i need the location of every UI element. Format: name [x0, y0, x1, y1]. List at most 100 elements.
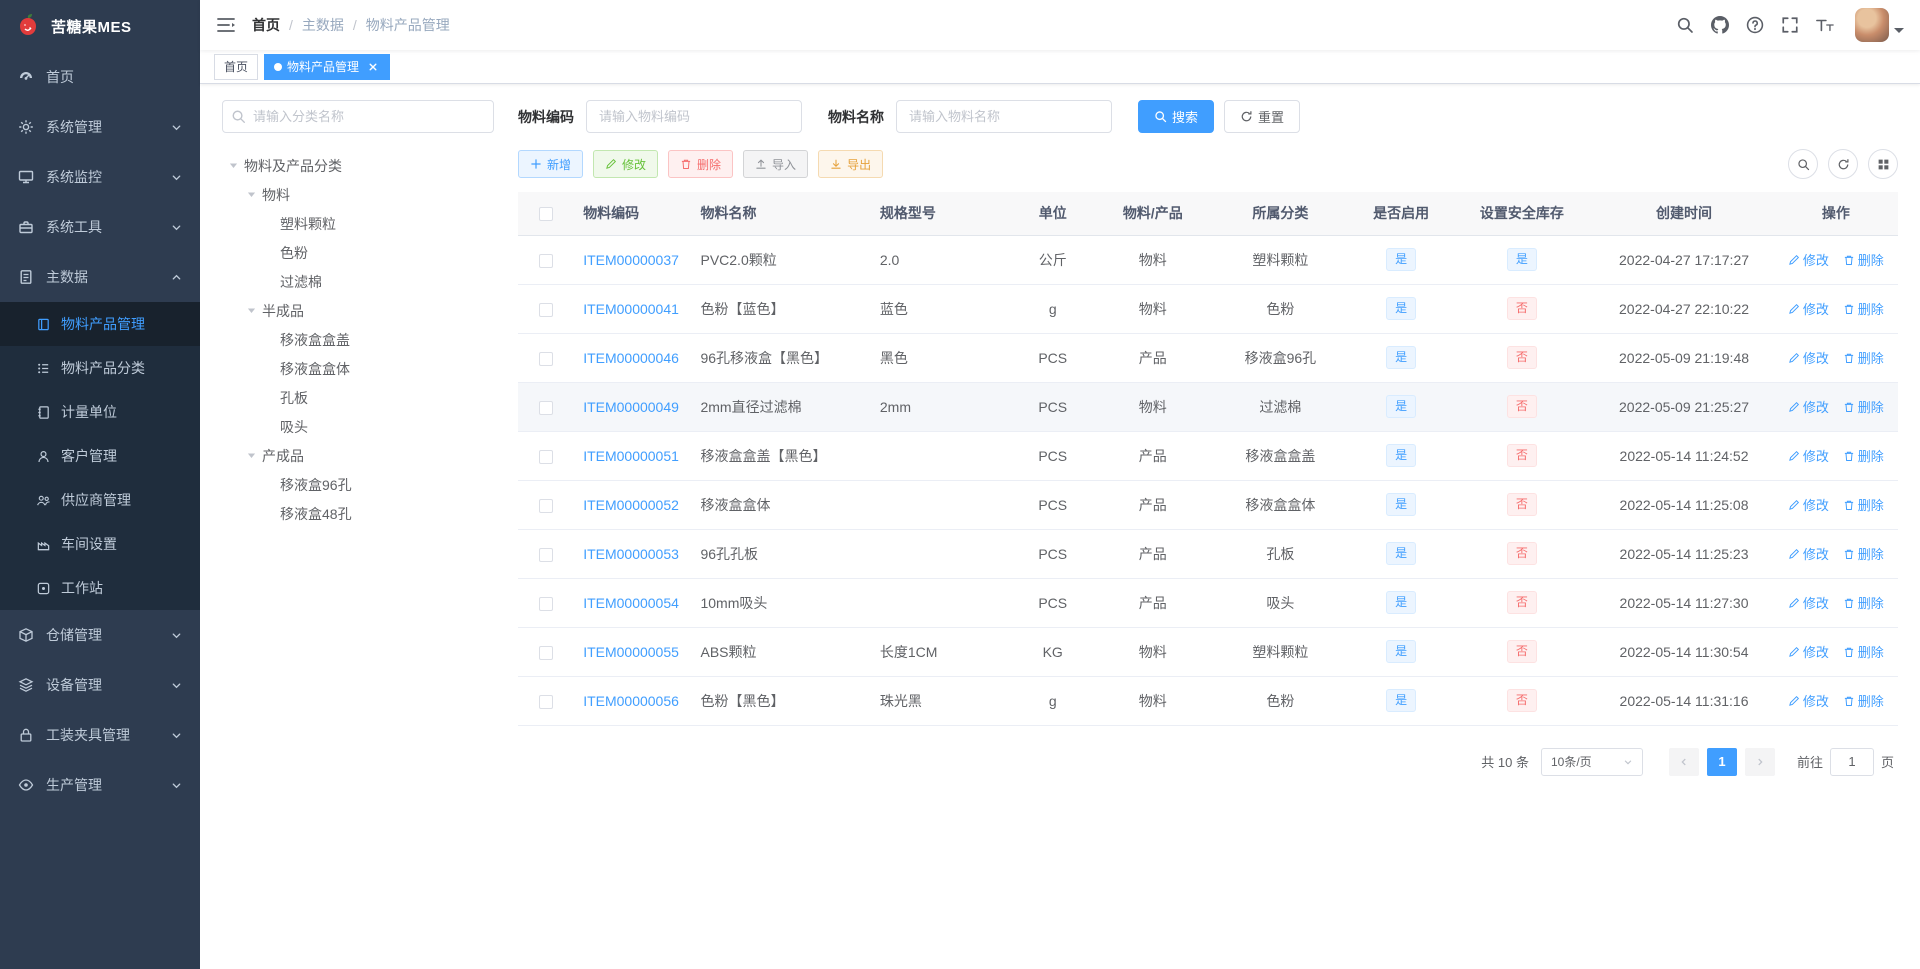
material-code-link[interactable]: ITEM00000055 [583, 644, 679, 660]
tab-home[interactable]: 首页 [214, 53, 259, 80]
breadcrumb-home[interactable]: 首页 [252, 15, 280, 35]
material-code-link[interactable]: ITEM00000052 [583, 497, 679, 513]
user-menu[interactable] [1855, 8, 1904, 42]
material-name-input[interactable] [896, 100, 1112, 133]
row-checkbox[interactable] [538, 596, 553, 611]
sidebar-item-material-product-manage[interactable]: 物料产品管理 [0, 302, 200, 346]
sidebar-item-system-manage[interactable]: 系统管理 [0, 102, 200, 152]
help-icon[interactable] [1746, 16, 1764, 34]
search-icon[interactable] [1676, 16, 1694, 34]
delete-button[interactable]: 删除 [668, 150, 734, 178]
tree-node[interactable]: 孔板 [222, 383, 494, 412]
row-checkbox[interactable] [538, 694, 553, 709]
row-delete-button[interactable]: 删除 [1843, 495, 1884, 514]
material-code-link[interactable]: ITEM00000053 [583, 546, 679, 562]
toggle-search-button[interactable] [1788, 149, 1818, 179]
tree-node[interactable]: 移液盒盒盖 [222, 325, 494, 354]
font-size-icon[interactable] [1816, 16, 1834, 34]
sidebar-item-system-monitor[interactable]: 系统监控 [0, 152, 200, 202]
row-delete-button[interactable]: 删除 [1843, 544, 1884, 563]
row-delete-button[interactable]: 删除 [1843, 348, 1884, 367]
edit-button[interactable]: 修改 [593, 150, 659, 178]
row-edit-button[interactable]: 修改 [1788, 446, 1829, 465]
prev-page-button[interactable] [1668, 747, 1699, 776]
row-checkbox[interactable] [538, 400, 553, 415]
column-settings-button[interactable] [1868, 149, 1898, 179]
row-delete-button[interactable]: 删除 [1843, 691, 1884, 710]
row-checkbox[interactable] [538, 645, 553, 660]
sidebar-item-device-manage[interactable]: 设备管理 [0, 660, 200, 710]
sidebar-item-customer-manage[interactable]: 客户管理 [0, 434, 200, 478]
material-code-input[interactable] [586, 100, 802, 133]
material-code-link[interactable]: ITEM00000054 [583, 595, 679, 611]
reset-button[interactable]: 重置 [1224, 100, 1301, 133]
material-code-link[interactable]: ITEM00000056 [583, 693, 679, 709]
sidebar-item-workshop-setting[interactable]: 车间设置 [0, 522, 200, 566]
tree-node[interactable]: 移液盒96孔 [222, 470, 494, 499]
row-delete-button[interactable]: 删除 [1843, 397, 1884, 416]
sidebar-item-master-data[interactable]: 主数据 [0, 252, 200, 302]
tree-node[interactable]: 色粉 [222, 238, 494, 267]
sidebar-item-production-manage[interactable]: 生产管理 [0, 760, 200, 810]
page-size-select[interactable]: 10条/页 [1540, 747, 1643, 776]
next-page-button[interactable] [1744, 747, 1775, 776]
row-edit-button[interactable]: 修改 [1788, 250, 1829, 269]
row-edit-button[interactable]: 修改 [1788, 299, 1829, 318]
material-code-link[interactable]: ITEM00000049 [583, 399, 679, 415]
row-edit-button[interactable]: 修改 [1788, 495, 1829, 514]
row-edit-button[interactable]: 修改 [1788, 593, 1829, 612]
tree-node[interactable]: 吸头 [222, 412, 494, 441]
tree-caret-icon[interactable] [222, 151, 244, 180]
row-edit-button[interactable]: 修改 [1788, 544, 1829, 563]
row-checkbox[interactable] [538, 302, 553, 317]
sidebar-item-warehouse-manage[interactable]: 仓储管理 [0, 610, 200, 660]
tab-material-product-manage[interactable]: 物料产品管理 [264, 53, 391, 80]
goto-page-input[interactable] [1829, 747, 1874, 776]
search-button[interactable]: 搜索 [1138, 100, 1215, 133]
tree-node[interactable]: 半成品 [222, 296, 494, 325]
row-checkbox[interactable] [538, 351, 553, 366]
add-button[interactable]: 新增 [518, 150, 584, 178]
row-delete-button[interactable]: 删除 [1843, 446, 1884, 465]
sidebar-item-workstation[interactable]: 工作站 [0, 566, 200, 610]
select-all-checkbox[interactable] [538, 207, 553, 222]
tree-node[interactable]: 塑料颗粒 [222, 209, 494, 238]
material-code-link[interactable]: ITEM00000046 [583, 350, 679, 366]
material-code-link[interactable]: ITEM00000037 [583, 252, 679, 268]
tree-node[interactable]: 物料 [222, 180, 494, 209]
tree-node[interactable]: 产成品 [222, 441, 494, 470]
hamburger-icon[interactable] [216, 15, 236, 35]
row-edit-button[interactable]: 修改 [1788, 642, 1829, 661]
category-search-input[interactable] [222, 100, 494, 133]
row-delete-button[interactable]: 删除 [1843, 299, 1884, 318]
tree-node[interactable]: 移液盒48孔 [222, 499, 494, 528]
tree-node[interactable]: 物料及产品分类 [222, 151, 494, 180]
tree-caret-icon[interactable] [240, 296, 262, 325]
sidebar-item-home[interactable]: 首页 [0, 52, 200, 102]
material-code-link[interactable]: ITEM00000051 [583, 448, 679, 464]
row-edit-button[interactable]: 修改 [1788, 691, 1829, 710]
row-delete-button[interactable]: 删除 [1843, 593, 1884, 612]
row-checkbox[interactable] [538, 449, 553, 464]
sidebar-item-material-product-category[interactable]: 物料产品分类 [0, 346, 200, 390]
fullscreen-icon[interactable] [1781, 16, 1799, 34]
import-button[interactable]: 导入 [743, 150, 809, 178]
breadcrumb-master-data[interactable]: 主数据 [302, 15, 344, 35]
sidebar-item-measure-unit[interactable]: 计量单位 [0, 390, 200, 434]
row-edit-button[interactable]: 修改 [1788, 348, 1829, 367]
row-checkbox[interactable] [538, 253, 553, 268]
tree-caret-icon[interactable] [240, 441, 262, 470]
app-logo[interactable]: 苦糖果MES [0, 0, 200, 52]
row-checkbox[interactable] [538, 547, 553, 562]
tree-node[interactable]: 过滤棉 [222, 267, 494, 296]
tree-node[interactable]: 移液盒盒体 [222, 354, 494, 383]
row-delete-button[interactable]: 删除 [1843, 642, 1884, 661]
row-delete-button[interactable]: 删除 [1843, 250, 1884, 269]
sidebar-item-system-tools[interactable]: 系统工具 [0, 202, 200, 252]
refresh-button[interactable] [1828, 149, 1858, 179]
user-avatar[interactable] [1855, 8, 1889, 42]
page-number-button[interactable]: 1 [1706, 747, 1737, 776]
github-icon[interactable] [1711, 16, 1729, 34]
tab-close-icon[interactable] [366, 60, 380, 74]
sidebar-item-supplier-manage[interactable]: 供应商管理 [0, 478, 200, 522]
